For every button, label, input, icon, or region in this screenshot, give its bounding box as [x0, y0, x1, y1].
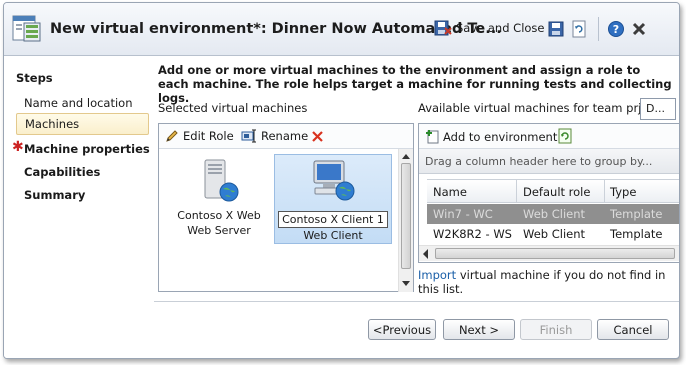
- row-type: Template: [610, 207, 663, 221]
- delete-icon[interactable]: [311, 130, 324, 143]
- nav-item-summary[interactable]: Summary: [24, 188, 85, 202]
- available-vms-label: Available virtual machines for team prje…: [418, 101, 664, 115]
- steps-heading: Steps: [16, 71, 53, 85]
- server-tower-icon: [204, 159, 239, 202]
- column-divider: [516, 180, 517, 203]
- toolbar-separator: [598, 17, 599, 41]
- floppy-disk-icon[interactable]: [547, 20, 565, 38]
- environment-icon: [12, 15, 41, 42]
- available-vms-panel: Add to environment Drag a column header …: [418, 123, 679, 263]
- row-name: Win7 - WC: [433, 207, 493, 221]
- vm-name: Contoso X Web: [177, 209, 261, 222]
- add-to-environment-label: Add to environment: [443, 129, 558, 144]
- row-type: Template: [610, 227, 663, 241]
- save-and-close-button[interactable]: Save and Close: [434, 19, 545, 37]
- save-and-close-label: Save and Close: [456, 21, 545, 35]
- cancel-button[interactable]: Cancel: [597, 319, 669, 340]
- vm-role: Web Client: [303, 229, 363, 242]
- grid-horizontal-scrollbar[interactable]: [419, 245, 679, 261]
- instructions-text: Add one or more virtual machines to the …: [158, 63, 672, 105]
- scrollbar-thumb[interactable]: [401, 163, 411, 269]
- finish-button[interactable]: Finish: [520, 319, 592, 340]
- next-button[interactable]: Next >: [443, 319, 515, 340]
- import-hint-text: virtual machine if you do not find in th…: [418, 268, 666, 296]
- nav-item-machine-properties[interactable]: Machine properties: [24, 142, 150, 156]
- vm-rename-field[interactable]: Contoso X Client 1: [278, 211, 388, 228]
- available-toolbar: Add to environment: [419, 124, 679, 149]
- table-row[interactable]: W2K8R2 - WS Web Client Template: [427, 224, 679, 244]
- scroll-up-icon[interactable]: [402, 154, 410, 159]
- row-role: Web Client: [523, 227, 586, 241]
- footer-divider: [154, 301, 679, 302]
- row-name: W2K8R2 - WS: [433, 227, 512, 241]
- save-and-close-icon: [434, 20, 452, 36]
- nav-item-machines[interactable]: Machines: [16, 113, 149, 135]
- pencil-icon: [166, 130, 178, 142]
- table-row[interactable]: Win7 - WC Web Client Template: [427, 204, 679, 224]
- vm-toolbar: Edit Role Rename: [159, 124, 413, 149]
- edit-role-label: Edit Role: [183, 129, 234, 143]
- vm-role: Web Server: [187, 224, 251, 237]
- close-icon[interactable]: [630, 20, 648, 38]
- scroll-left-icon[interactable]: [423, 249, 428, 259]
- nav-item-machines-label: Machines: [25, 117, 80, 131]
- required-icon: ✱: [12, 139, 24, 155]
- vm-tile-web-server[interactable]: Contoso X Web Web Server: [162, 154, 276, 244]
- team-project-select[interactable]: D...: [640, 98, 676, 120]
- rename-label: Rename: [261, 129, 309, 143]
- import-link[interactable]: Import: [418, 268, 456, 282]
- refresh-icon[interactable]: [570, 20, 588, 38]
- import-hint: Import virtual machine if you do not fin…: [418, 268, 676, 296]
- client-computer-icon: [313, 160, 355, 201]
- column-header-name[interactable]: Name: [433, 185, 467, 199]
- vm-panel-scrollbar[interactable]: [398, 149, 413, 292]
- scroll-down-icon[interactable]: [402, 281, 410, 286]
- grid-header: Name Default role Type: [427, 179, 679, 203]
- rename-icon: [241, 129, 256, 143]
- column-header-default-role[interactable]: Default role: [523, 185, 590, 199]
- edit-role-button[interactable]: Edit Role: [165, 129, 234, 143]
- scrollbar-thumb[interactable]: [435, 248, 675, 259]
- refresh-icon[interactable]: [557, 128, 573, 144]
- column-divider: [604, 180, 605, 203]
- title-bar: New virtual environment*: Dinner Now Aut…: [4, 3, 679, 56]
- add-document-icon: [426, 130, 439, 144]
- selected-vms-label: Selected virtual machines: [158, 101, 308, 115]
- previous-button[interactable]: <Previous: [368, 319, 436, 340]
- svg-text:?: ?: [613, 23, 619, 36]
- rename-button[interactable]: Rename: [241, 129, 308, 143]
- nav-item-capabilities[interactable]: Capabilities: [24, 165, 100, 179]
- nav-item-name-and-location[interactable]: Name and location: [24, 96, 133, 110]
- vm-tile-web-client[interactable]: Contoso X Client 1 Web Client: [274, 154, 392, 244]
- row-role: Web Client: [523, 207, 586, 221]
- selected-vms-panel: Edit Role Rename Contoso X Web Web Serve…: [158, 123, 414, 292]
- help-icon[interactable]: ?: [607, 20, 625, 38]
- group-by-hint: Drag a column header here to group by...: [419, 149, 679, 174]
- steps-navigation: Steps Name and location Machines ✱ Machi…: [4, 56, 154, 358]
- add-to-environment-button[interactable]: Add to environment: [425, 129, 557, 144]
- column-header-type[interactable]: Type: [610, 185, 636, 199]
- new-virtual-environment-window: New virtual environment*: Dinner Now Aut…: [3, 2, 680, 359]
